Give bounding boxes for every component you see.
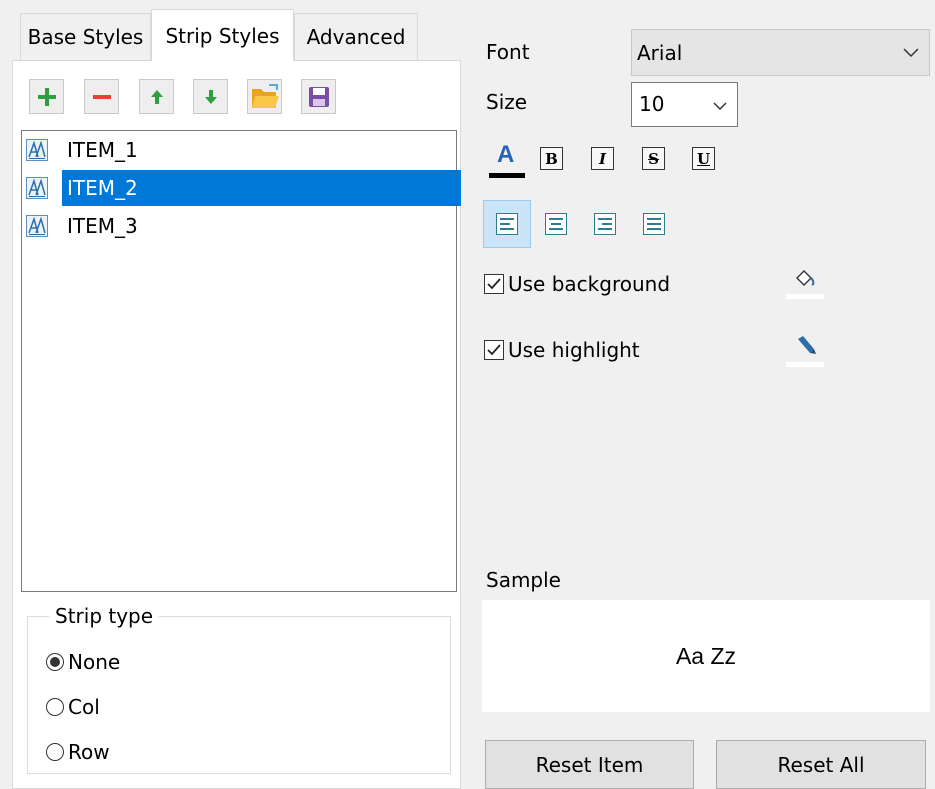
sample-preview: Aa Zz	[482, 600, 930, 712]
align-center-icon	[545, 213, 567, 235]
list-item-label: ITEM_1	[67, 138, 138, 162]
background-color-button[interactable]	[786, 268, 824, 300]
arrow-down-icon	[204, 89, 217, 104]
align-right-button[interactable]	[581, 200, 629, 248]
style-item-icon	[26, 139, 48, 161]
minus-icon	[92, 94, 111, 99]
style-item-icon	[26, 215, 48, 237]
move-up-button[interactable]	[139, 79, 174, 114]
radio-row[interactable]: Row	[46, 740, 110, 764]
strip-styles-list[interactable]: ITEM_1 ITEM_2 ITEM_3	[21, 130, 461, 592]
strikethrough-button[interactable]: S	[642, 147, 665, 170]
checkbox-box	[484, 274, 504, 294]
radio-col[interactable]: Col	[46, 695, 100, 719]
italic-button[interactable]: I	[591, 147, 614, 170]
paint-bucket-icon	[796, 270, 815, 286]
plus-icon	[37, 87, 56, 106]
font-color-swatch	[489, 173, 525, 178]
use-background-checkbox[interactable]: Use background	[484, 272, 670, 296]
align-justify-icon	[643, 213, 665, 235]
radio-circle	[46, 653, 64, 671]
font-select-value: Arial	[637, 41, 683, 65]
background-color-swatch	[786, 294, 824, 299]
radio-circle	[46, 698, 64, 716]
align-right-icon	[594, 213, 616, 235]
align-center-button[interactable]	[532, 200, 580, 248]
move-down-button[interactable]	[193, 79, 228, 114]
sample-label: Sample	[486, 568, 561, 592]
align-left-button[interactable]	[483, 200, 531, 248]
list-item[interactable]: ITEM_1	[22, 132, 456, 168]
font-color-glyph: A	[497, 141, 515, 168]
open-button[interactable]	[247, 79, 282, 114]
remove-button[interactable]	[84, 79, 119, 114]
radio-label: None	[68, 650, 121, 674]
list-item[interactable]: ITEM_2	[22, 170, 461, 206]
list-item[interactable]: ITEM_3	[22, 208, 456, 244]
tab-strip-styles[interactable]: Strip Styles	[151, 9, 294, 61]
use-highlight-label: Use highlight	[508, 338, 640, 362]
reset-item-button[interactable]: Reset Item	[485, 740, 694, 789]
tab-advanced[interactable]: Advanced	[294, 13, 418, 60]
size-select-value: 10	[639, 92, 665, 116]
folder-icon	[251, 83, 279, 108]
underline-button[interactable]: U	[692, 147, 715, 170]
chevron-down-icon	[903, 48, 919, 58]
radio-none[interactable]: None	[46, 650, 120, 674]
highlight-color-button[interactable]	[786, 333, 824, 367]
highlight-color-swatch	[786, 362, 824, 367]
tab-base-styles[interactable]: Base Styles	[20, 13, 151, 60]
list-item-label: ITEM_3	[67, 214, 138, 238]
use-background-label: Use background	[508, 272, 671, 296]
size-select[interactable]: 10	[631, 82, 738, 127]
add-button[interactable]	[29, 79, 64, 114]
floppy-disk-icon	[308, 86, 329, 107]
reset-all-button[interactable]: Reset All	[716, 740, 926, 789]
checkbox-box	[484, 340, 504, 360]
size-label: Size	[486, 90, 528, 114]
align-justify-button[interactable]	[630, 200, 678, 248]
highlighter-pen-icon	[798, 336, 816, 354]
list-item-label: ITEM_2	[62, 170, 461, 206]
arrow-up-icon	[150, 89, 163, 104]
bold-button[interactable]: B	[540, 147, 563, 170]
radio-circle	[46, 743, 64, 761]
strip-type-title: Strip type	[49, 604, 160, 628]
font-color-button[interactable]: A	[489, 141, 525, 179]
radio-label: Col	[68, 695, 100, 719]
radio-label: Row	[68, 740, 110, 764]
use-highlight-checkbox[interactable]: Use highlight	[484, 338, 640, 362]
align-left-icon	[496, 213, 518, 235]
font-select[interactable]: Arial	[631, 29, 930, 76]
chevron-down-icon	[713, 102, 727, 111]
font-label: Font	[486, 40, 530, 64]
style-item-icon	[26, 177, 48, 199]
save-button[interactable]	[301, 79, 336, 114]
